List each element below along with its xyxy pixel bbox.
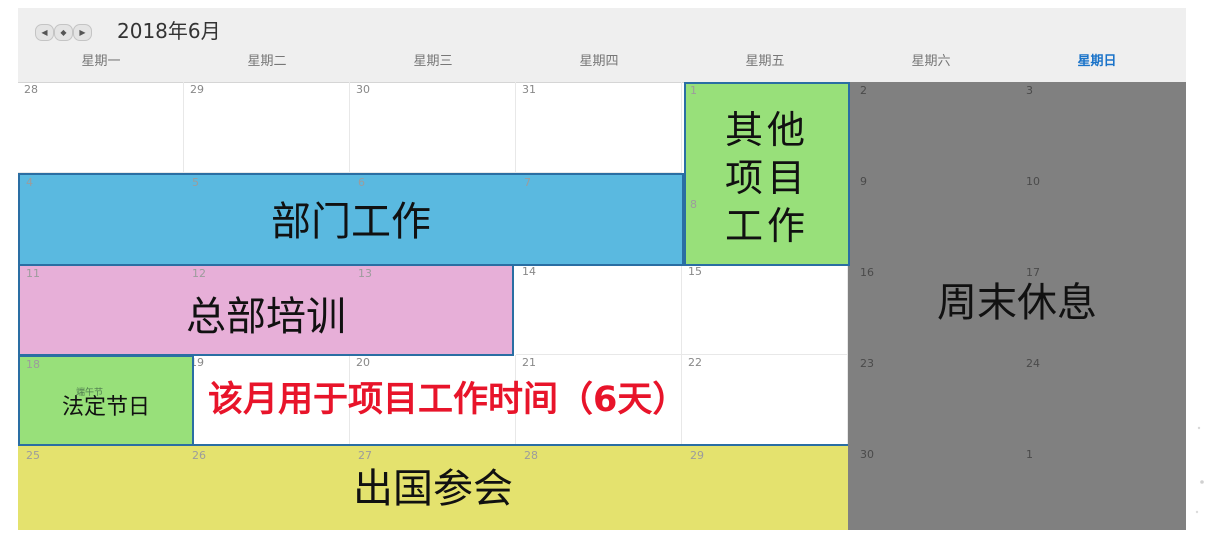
hq-training-label: 总部培训 bbox=[186, 294, 346, 340]
day-cell[interactable]: 15 bbox=[682, 264, 848, 355]
other-project-block[interactable]: 其他 项目 工作 bbox=[684, 82, 850, 266]
holiday-label: 法定节日 bbox=[61, 395, 150, 420]
day-number: 7 bbox=[524, 176, 531, 189]
day-number: 29 bbox=[190, 83, 204, 96]
day-number: 22 bbox=[688, 356, 702, 369]
next-month-button[interactable]: ▶ bbox=[73, 24, 92, 41]
weekend-label: 周末休息 bbox=[937, 280, 1097, 326]
day-number: 14 bbox=[522, 265, 536, 278]
previous-month-button[interactable]: ◀ bbox=[35, 24, 54, 41]
day-number: 1 bbox=[690, 84, 697, 97]
day-cell[interactable]: 28 bbox=[18, 82, 184, 173]
day-number: 18 bbox=[26, 358, 40, 371]
day-number: 12 bbox=[192, 267, 206, 280]
day-number: 13 bbox=[358, 267, 372, 280]
day-number: 15 bbox=[688, 265, 702, 278]
hq-training-block[interactable]: 总部培训 bbox=[18, 264, 514, 356]
today-button[interactable]: ◆ bbox=[54, 24, 73, 41]
day-cell[interactable]: 22 bbox=[682, 355, 848, 446]
weekday-header-thu: 星期四 bbox=[579, 54, 619, 69]
day-number: 16 bbox=[860, 266, 874, 279]
day-cell[interactable]: 30 bbox=[350, 82, 516, 173]
abroad-conference-label: 出国参会 bbox=[353, 466, 513, 512]
day-number: 17 bbox=[1026, 266, 1040, 279]
day-number: 1 bbox=[1026, 448, 1033, 461]
day-number: 20 bbox=[356, 356, 370, 369]
day-number: 21 bbox=[522, 356, 536, 369]
week-divider bbox=[194, 444, 848, 446]
month-grid: 28 29 30 31 14 15 19 20 21 22 周末休息 2 3 9… bbox=[18, 82, 1186, 530]
weekday-header-sat: 星期六 bbox=[911, 54, 951, 69]
day-number: 29 bbox=[690, 449, 704, 462]
day-number: 26 bbox=[192, 449, 206, 462]
other-project-label: 其他 项目 工作 bbox=[724, 108, 809, 248]
weekday-header-tue: 星期二 bbox=[247, 54, 287, 69]
day-number: 5 bbox=[192, 176, 199, 189]
weekday-header-mon: 星期一 bbox=[81, 54, 121, 69]
weekday-header-sun: 星期日 bbox=[1077, 54, 1117, 69]
day-cell[interactable]: 29 bbox=[184, 82, 350, 173]
day-number: 27 bbox=[358, 449, 372, 462]
calendar-toolbar: ◀ ◆ ▶ 2018年6月 星期一 星期二 星期三 星期四 星期五 星期六 星期… bbox=[18, 8, 1186, 83]
abroad-conference-block[interactable]: 出国参会 bbox=[18, 446, 848, 530]
day-number: 8 bbox=[690, 198, 697, 211]
weekday-header-fri: 星期五 bbox=[745, 54, 785, 69]
day-number: 4 bbox=[26, 176, 33, 189]
day-number: 3 bbox=[1026, 84, 1033, 97]
month-title: 2018年6月 bbox=[117, 19, 221, 43]
weekend-block[interactable]: 周末休息 bbox=[848, 82, 1186, 530]
weekday-header-wed: 星期三 bbox=[413, 54, 453, 69]
day-number: 31 bbox=[522, 83, 536, 96]
holiday-event-tag[interactable]: 端午节 bbox=[76, 388, 103, 398]
day-number: 23 bbox=[860, 357, 874, 370]
department-work-block[interactable]: 部门工作 bbox=[18, 173, 684, 266]
project-time-note: 该月用于项目工作时间（6天） bbox=[208, 380, 688, 420]
day-number: 30 bbox=[356, 83, 370, 96]
day-cell[interactable]: 14 bbox=[516, 264, 682, 355]
day-number: 2 bbox=[860, 84, 867, 97]
day-number: 28 bbox=[24, 83, 38, 96]
calendar-window: ◀ ◆ ▶ 2018年6月 星期一 星期二 星期三 星期四 星期五 星期六 星期… bbox=[18, 8, 1186, 530]
day-number: 24 bbox=[1026, 357, 1040, 370]
day-number: 30 bbox=[860, 448, 874, 461]
day-number: 10 bbox=[1026, 175, 1040, 188]
day-number: 6 bbox=[358, 176, 365, 189]
day-cell[interactable]: 31 bbox=[516, 82, 682, 173]
watermark-dots-icon bbox=[1195, 426, 1204, 514]
day-number: 28 bbox=[524, 449, 538, 462]
day-number: 9 bbox=[860, 175, 867, 188]
department-work-label: 部门工作 bbox=[271, 199, 431, 245]
day-number: 25 bbox=[26, 449, 40, 462]
holiday-block[interactable]: 法定节日 bbox=[18, 355, 194, 446]
day-number: 11 bbox=[26, 267, 40, 280]
